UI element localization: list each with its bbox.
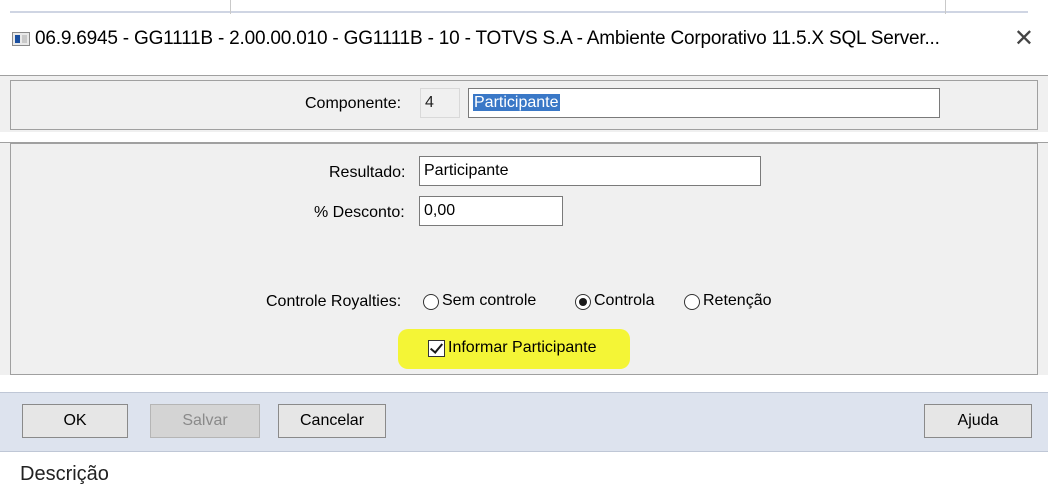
desconto-input[interactable]: 0,00 <box>419 196 563 226</box>
componente-label: Componente: <box>305 95 402 112</box>
radio-retencao[interactable] <box>684 294 700 310</box>
resultado-input[interactable]: Participante <box>419 156 761 186</box>
window-title: 06.9.6945 - GG1111B - 2.00.00.010 - GG11… <box>35 28 940 49</box>
radio-sem-controle-label[interactable]: Sem controle <box>442 292 536 310</box>
componente-code-field: 4 <box>420 88 460 118</box>
ajuda-button[interactable]: Ajuda <box>924 404 1032 438</box>
app-window-icon <box>12 32 30 46</box>
radio-controla[interactable] <box>575 294 591 310</box>
top-border-line <box>10 11 1028 13</box>
resultado-label: Resultado: <box>329 164 406 181</box>
top-divider <box>230 0 231 14</box>
radio-retencao-label[interactable]: Retenção <box>703 292 772 310</box>
radio-sem-controle[interactable] <box>423 294 439 310</box>
componente-name-input[interactable]: Participante <box>468 88 940 118</box>
descricao-label: Descrição <box>20 463 109 485</box>
royalties-label: Controle Royalties: <box>266 293 402 310</box>
informar-participante-label[interactable]: Informar Participante <box>448 339 597 357</box>
top-divider <box>945 0 946 14</box>
ok-button[interactable]: OK <box>22 404 128 438</box>
close-icon[interactable]: ✕ <box>1014 24 1034 52</box>
desconto-label: % Desconto: <box>314 204 405 221</box>
radio-controla-label[interactable]: Controla <box>594 292 654 310</box>
window-top-strip <box>0 0 1048 14</box>
componente-name-value: Participante <box>473 94 560 111</box>
cancelar-button[interactable]: Cancelar <box>278 404 386 438</box>
title-bar: 06.9.6945 - GG1111B - 2.00.00.010 - GG11… <box>0 18 1048 60</box>
informar-participante-checkbox[interactable] <box>428 340 445 357</box>
salvar-button[interactable]: Salvar <box>150 404 260 438</box>
